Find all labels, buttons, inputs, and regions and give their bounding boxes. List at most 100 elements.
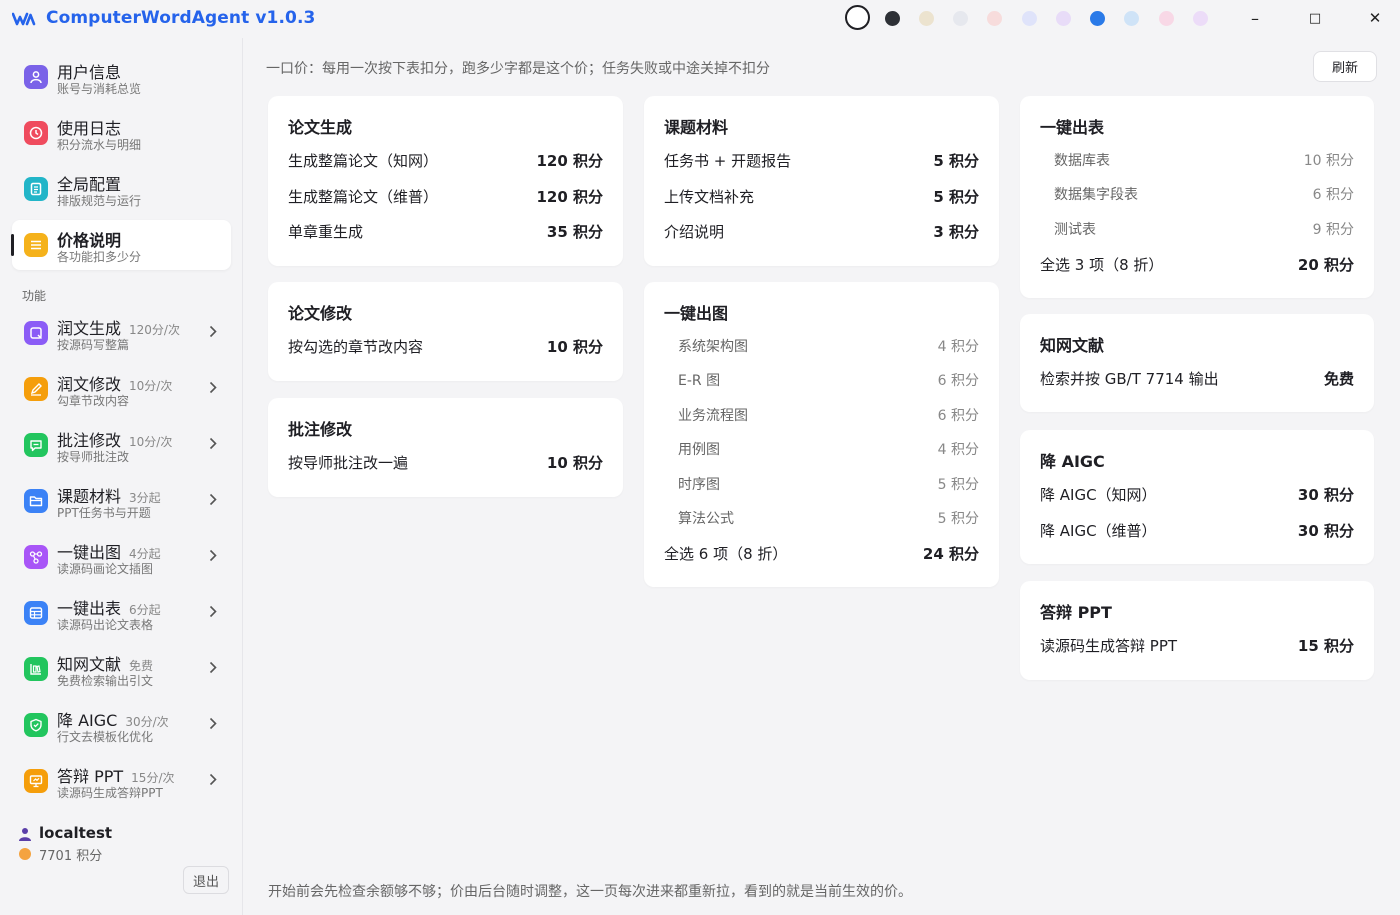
theme-swatch-violet[interactable]	[1193, 11, 1208, 26]
card-title: 答辩 PPT	[1040, 603, 1112, 622]
sidebar-item-folder[interactable]: 课题材料 3分起 PPT任务书与开题	[12, 476, 231, 526]
price-row: 检索并按 GB/T 7714 输出 免费	[1040, 368, 1354, 390]
price-list-icon	[24, 233, 48, 257]
sidebar-item-user[interactable]: 用户信息 账号与消耗总览	[12, 52, 231, 102]
price-item-value: 6 积分	[937, 373, 979, 390]
presentation-icon	[24, 769, 48, 793]
sidebar-item-subtitle: 账号与消耗总览	[57, 82, 142, 96]
price-item-value: 免费	[1323, 370, 1354, 388]
bundle-name: 全选 3 项（8 折）	[1040, 255, 1164, 274]
card-title: 论文修改	[288, 304, 353, 323]
coin-icon	[19, 848, 31, 860]
price-item-name: 上传文档补充	[664, 187, 755, 206]
theme-swatch-blue[interactable]	[1090, 11, 1105, 26]
edit-icon	[24, 377, 48, 401]
maximize-button[interactable]: □	[1292, 4, 1338, 32]
theme-swatch-gray[interactable]	[953, 11, 968, 26]
price-item-name: 检索并按 GB/T 7714 输出	[1040, 370, 1219, 388]
price-row: 生成整篇论文（维普） 120 积分	[288, 186, 603, 208]
sidebar-item-subtitle: 行文去模板化优化	[57, 730, 154, 744]
user-name: localtest	[39, 824, 113, 842]
sidebar-item-subtitle: 按源码写整篇	[57, 338, 130, 352]
sidebar-item-subtitle: 按导师批注改	[57, 450, 130, 464]
library-icon	[24, 657, 48, 681]
price-item-value: 6 积分	[937, 407, 979, 424]
theme-swatch-pink[interactable]	[987, 11, 1002, 26]
price-item-value: 30 积分	[1297, 521, 1354, 540]
section-label-features: 功能	[22, 289, 47, 303]
price-sub-row: E-R 图 6 积分	[664, 370, 979, 392]
theme-swatch-rose[interactable]	[1159, 11, 1174, 26]
price-item-name: 按导师批注改一遍	[288, 454, 409, 472]
price-sub-row: 测试表 9 积分	[1040, 219, 1354, 241]
sidebar-item-subtitle: 免费检索输出引文	[57, 674, 154, 688]
sidebar-item-price: 10分/次	[129, 379, 173, 393]
sidebar-item-price: 15分/次	[131, 771, 175, 785]
card-title: 论文生成	[288, 118, 353, 137]
price-row: 按导师批注改一遍 10 积分	[288, 452, 603, 474]
price-total-row: 全选 6 项（8 折） 24 积分	[664, 543, 979, 565]
price-item-value: 6 积分	[1312, 187, 1354, 204]
logout-button[interactable]: 退出	[183, 866, 229, 894]
chevron-right-icon	[209, 773, 217, 786]
theme-swatch-lilac[interactable]	[1056, 11, 1071, 26]
price-item-name: 数据库表	[1054, 153, 1110, 169]
title-bar: ComputerWordAgent v1.0.3 – □ ✕	[0, 0, 1400, 38]
price-item-value: 5 积分	[933, 187, 979, 206]
chevron-right-icon	[209, 437, 217, 450]
sidebar-item-table[interactable]: 一键出表 6分起 读源码出论文表格	[12, 588, 231, 638]
sidebar-item-price: 120分/次	[129, 323, 180, 337]
price-item-name: 单章重生成	[288, 223, 364, 241]
refresh-button[interactable]: 刷新	[1313, 51, 1377, 82]
minimize-button[interactable]: –	[1232, 4, 1278, 32]
price-row: 降 AIGC（维普） 30 积分	[1040, 520, 1354, 542]
card-title: 一键出表	[1040, 118, 1105, 137]
chevron-right-icon	[209, 605, 217, 618]
sidebar-item-subtitle: PPT任务书与开题	[57, 506, 151, 520]
app-logo-icon	[12, 12, 36, 26]
sidebar-item-document[interactable]: 全局配置 排版规范与运行	[12, 164, 231, 214]
user-icon	[24, 65, 48, 89]
sidebar-item-shield[interactable]: 降 AIGC 30分/次 行文去模板化优化	[12, 700, 231, 750]
theme-swatch-beige[interactable]	[919, 11, 934, 26]
theme-swatch-sky[interactable]	[1124, 11, 1139, 26]
price-item-value: 5 积分	[937, 476, 979, 493]
card-thesis-revision: 论文修改 按勾选的章节改内容 10 积分	[268, 282, 623, 381]
sidebar-item-clock[interactable]: 使用日志 积分流水与明细	[12, 108, 231, 158]
price-item-value: 10 积分	[546, 454, 603, 472]
sidebar-item-price: 4分起	[129, 547, 161, 561]
card-one-click-tables: 一键出表 数据库表 10 积分 数据集字段表 6 积分 测试表 9 积分 全选 3 项（8 折…	[1020, 96, 1374, 298]
card-title: 课题材料	[664, 118, 729, 137]
card-annotation-revision: 批注修改按导师批注改一遍 10 积分	[268, 398, 623, 497]
price-row: 上传文档补充 5 积分	[664, 186, 979, 208]
price-row: 单章重生成 35 积分	[288, 221, 603, 243]
sidebar-item-generate[interactable]: 润文生成 120分/次 按源码写整篇	[12, 308, 231, 358]
card-title: 批注修改	[288, 420, 353, 439]
price-sub-row: 数据库表 10 积分	[1040, 150, 1354, 172]
sidebar-item-subtitle: 各功能扣多少分	[57, 250, 142, 264]
sidebar-item-diagram[interactable]: 一键出图 4分起 读源码画论文插图	[12, 532, 231, 582]
sidebar-item-library[interactable]: 知网文献 免费 免费检索输出引文	[12, 644, 231, 694]
sidebar-item-presentation[interactable]: 答辩 PPT 15分/次 读源码生成答辩PPT	[12, 756, 231, 806]
theme-swatch-white[interactable]	[845, 5, 870, 30]
price-item-value: 120 积分	[536, 152, 603, 170]
price-total-row: 全选 3 项（8 折） 20 积分	[1040, 254, 1354, 276]
price-sub-row: 系统架构图 4 积分	[664, 336, 979, 358]
price-row: 生成整篇论文（知网） 120 积分	[288, 150, 603, 172]
price-row: 读源码生成答辩 PPT 15 积分	[1040, 635, 1354, 657]
price-item-name: 降 AIGC（维普）	[1040, 521, 1157, 540]
sidebar-item-edit[interactable]: 润文修改 10分/次 勾章节改内容	[12, 364, 231, 414]
chevron-right-icon	[209, 661, 217, 674]
card-one-click-figures: 一键出图 系统架构图 4 积分 E-R 图6 积分 业务流程图 6 积分 用例图 4 积分 时序…	[644, 282, 999, 587]
theme-swatch-dark[interactable]	[885, 11, 900, 26]
bundle-name: 全选 6 项（8 折）	[664, 544, 788, 563]
clock-icon	[24, 121, 48, 145]
card-cnki-references: 知网文献 检索并按 GB/T 7714 输出 免费	[1020, 314, 1374, 412]
card-title: 降 AIGC	[1040, 452, 1105, 471]
close-button[interactable]: ✕	[1352, 4, 1398, 32]
price-item-value: 30 积分	[1297, 486, 1354, 504]
price-item-name: 读源码生成答辩 PPT	[1040, 637, 1178, 655]
theme-swatch-lavender[interactable]	[1022, 11, 1037, 26]
sidebar-item-comment[interactable]: 批注修改 10分/次 按导师批注改	[12, 420, 231, 470]
sidebar-item-price-list[interactable]: 价格说明 各功能扣多少分	[11, 220, 231, 270]
